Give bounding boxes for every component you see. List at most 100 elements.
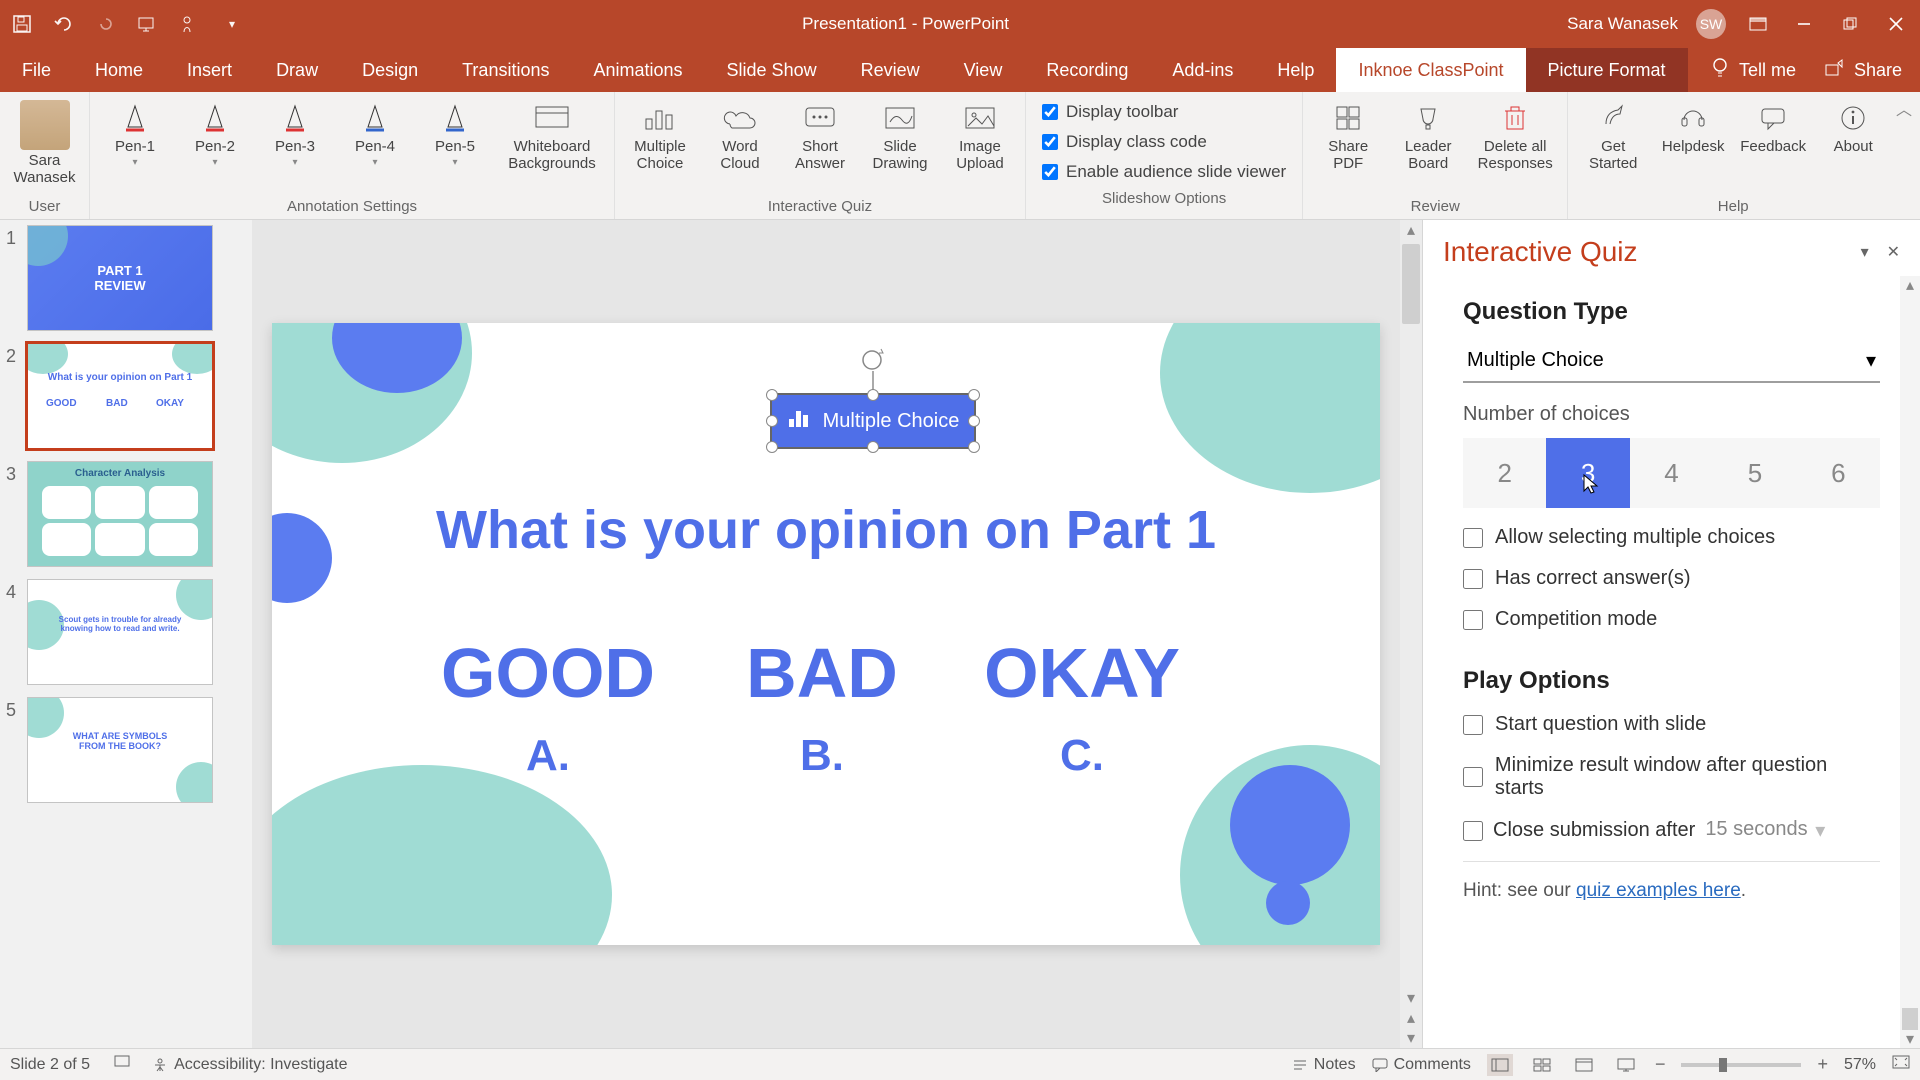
editor-scrollbar[interactable]: ▴ ▾ ▴ ▾ [1400,220,1422,1048]
allow-multiple-checkbox[interactable]: Allow selecting multiple choices [1463,526,1880,549]
pen-5-button[interactable]: Pen-5▾ [422,96,488,168]
word-cloud-button[interactable]: Word Cloud [707,96,773,173]
answer-good[interactable]: GOODA. [418,633,678,781]
minimize-icon[interactable] [1790,10,1818,38]
share-pdf-button[interactable]: Share PDF [1315,96,1381,173]
panel-scroll-up-icon[interactable]: ▴ [1900,276,1920,294]
display-class-code-checkbox[interactable]: Display class code [1042,132,1286,152]
fit-to-window-icon[interactable] [1892,1055,1910,1074]
tab-recording[interactable]: Recording [1024,48,1150,92]
prev-slide-icon[interactable]: ▴ [1400,1008,1422,1028]
multiple-choice-button[interactable]: Multiple Choice [627,96,693,173]
display-toolbar-checkbox[interactable]: Display toolbar [1042,102,1286,122]
question-type-select[interactable]: Multiple Choice ▾ [1463,340,1880,383]
pen-3-button[interactable]: Pen-3▾ [262,96,328,168]
slide-editor[interactable]: Multiple Choice What is your opinion on … [252,220,1400,1048]
start-with-slide-checkbox[interactable]: Start question with slide [1463,713,1880,736]
slide-thumbnail-panel[interactable]: 1 PART 1REVIEW 2 What is your opinion on… [0,220,252,1048]
collapse-ribbon-icon[interactable]: ︿ [1896,96,1912,120]
comments-button[interactable]: Comments [1372,1056,1471,1074]
slideshow-view-icon[interactable] [1613,1054,1639,1076]
short-answer-button[interactable]: Short Answer [787,96,853,173]
tab-draw[interactable]: Draw [254,48,340,92]
thumbnail-5[interactable]: WHAT ARE SYMBOLSFROM THE BOOK? [28,698,212,802]
undo-icon[interactable] [52,12,76,36]
zoom-slider[interactable] [1681,1063,1801,1067]
accessibility-checker[interactable]: Accessibility: Investigate [152,1056,347,1074]
choice-count-4[interactable]: 4 [1630,438,1713,508]
choice-count-5[interactable]: 5 [1713,438,1796,508]
minimize-result-checkbox[interactable]: Minimize result window after question st… [1463,754,1880,800]
scroll-thumb[interactable] [1402,244,1420,324]
image-upload-button[interactable]: Image Upload [947,96,1013,173]
save-icon[interactable] [10,12,34,36]
slide-canvas[interactable]: Multiple Choice What is your opinion on … [272,323,1380,945]
choice-count-3[interactable]: 3 [1546,438,1629,508]
panel-scroll-thumb[interactable] [1902,1008,1918,1030]
zoom-level[interactable]: 57% [1844,1056,1876,1074]
zoom-out-icon[interactable]: − [1655,1054,1666,1075]
redo-icon[interactable] [94,12,118,36]
panel-scroll-down-icon[interactable]: ▾ [1900,1030,1920,1048]
next-slide-icon[interactable]: ▾ [1400,1028,1422,1048]
thumbnail-2[interactable]: What is your opinion on Part 1 GOOD BAD … [28,344,212,448]
multiple-choice-object[interactable]: Multiple Choice [770,393,976,449]
tab-review[interactable]: Review [839,48,942,92]
user-profile-button[interactable]: SaraWanasek [10,96,80,187]
scroll-down-icon[interactable]: ▾ [1400,988,1422,1008]
tab-file[interactable]: File [0,48,73,92]
tab-insert[interactable]: Insert [165,48,254,92]
has-correct-checkbox[interactable]: Has correct answer(s) [1463,567,1880,590]
enable-audience-viewer-checkbox[interactable]: Enable audience slide viewer [1042,162,1286,182]
tab-design[interactable]: Design [340,48,440,92]
qat-dropdown-icon[interactable]: ▾ [220,12,244,36]
thumbnail-1[interactable]: PART 1REVIEW [28,226,212,330]
from-beginning-icon[interactable] [136,12,160,36]
leaderboard-button[interactable]: Leader Board [1395,96,1461,173]
pen-2-button[interactable]: Pen-2▾ [182,96,248,168]
share-button[interactable]: Share [1824,59,1902,82]
helpdesk-button[interactable]: Helpdesk [1660,96,1726,155]
competition-mode-checkbox[interactable]: Competition mode [1463,608,1880,631]
touch-mode-icon[interactable] [178,12,202,36]
thumbnail-4[interactable]: Scout gets in trouble for already knowin… [28,580,212,684]
panel-menu-icon[interactable]: ▾ [1861,242,1869,262]
normal-view-icon[interactable] [1487,1054,1513,1076]
tab-home[interactable]: Home [73,48,165,92]
slide-drawing-button[interactable]: Slide Drawing [867,96,933,173]
tab-animations[interactable]: Animations [571,48,704,92]
close-icon[interactable] [1882,10,1910,38]
pen-4-button[interactable]: Pen-4▾ [342,96,408,168]
tell-me-search[interactable]: Tell me [1711,57,1796,84]
about-button[interactable]: About [1820,96,1886,155]
zoom-in-icon[interactable]: + [1817,1054,1828,1075]
tab-transitions[interactable]: Transitions [440,48,571,92]
close-timer-select[interactable]: 15 seconds▾ [1705,818,1825,843]
ribbon-display-icon[interactable] [1744,10,1772,38]
tab-addins[interactable]: Add-ins [1150,48,1255,92]
get-started-button[interactable]: Get Started [1580,96,1646,173]
panel-close-icon[interactable]: ✕ [1887,242,1900,262]
tab-view[interactable]: View [942,48,1025,92]
delete-responses-button[interactable]: Delete all Responses [1475,96,1555,173]
answer-bad[interactable]: BADB. [692,633,952,781]
tab-picture-format[interactable]: Picture Format [1526,48,1688,92]
choice-count-6[interactable]: 6 [1797,438,1880,508]
avatar[interactable]: SW [1696,9,1726,39]
display-settings-icon[interactable] [114,1054,132,1075]
slide-question[interactable]: What is your opinion on Part 1 [272,499,1380,561]
tab-help[interactable]: Help [1255,48,1336,92]
notes-button[interactable]: Notes [1292,1056,1356,1074]
thumbnail-3[interactable]: Character Analysis [28,462,212,566]
panel-scrollbar[interactable]: ▴ ▾ [1900,276,1920,1048]
feedback-button[interactable]: Feedback [1740,96,1806,155]
maximize-icon[interactable] [1836,10,1864,38]
sorter-view-icon[interactable] [1529,1054,1555,1076]
whiteboard-button[interactable]: Whiteboard Backgrounds [502,96,602,173]
reading-view-icon[interactable] [1571,1054,1597,1076]
choice-count-2[interactable]: 2 [1463,438,1546,508]
tab-classpoint[interactable]: Inknoe ClassPoint [1336,48,1525,92]
quiz-examples-link[interactable]: quiz examples here [1576,880,1741,901]
close-submission-checkbox[interactable] [1463,821,1483,841]
account-name[interactable]: Sara Wanasek [1567,14,1678,34]
